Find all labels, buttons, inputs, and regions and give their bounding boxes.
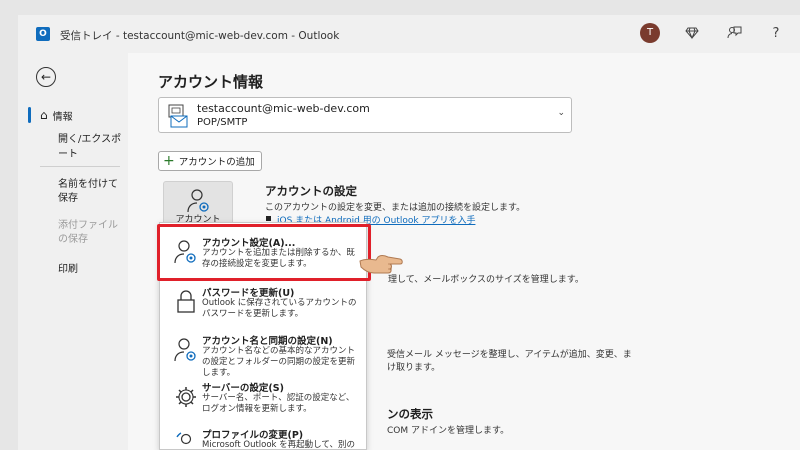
menu-item-description: Microsoft Outlook を再起動して、別の (202, 440, 356, 450)
feedback-icon[interactable] (724, 23, 744, 43)
sidebar-item-save-attachments: 添付ファイルの保存 (18, 219, 118, 251)
lock-icon (177, 290, 195, 313)
account-settings-description: このアカウントの設定を変更、または追加の接続を設定します。 (265, 203, 526, 213)
sidebar-item-print[interactable]: 印刷 (18, 253, 128, 281)
menu-item-server-settings[interactable]: サーバーの設定(S) サーバー名、ポート、認証の設定など、ログオン情報を更新しま… (160, 374, 366, 422)
account-settings-icon (187, 189, 209, 213)
profile-change-icon (176, 432, 192, 445)
sidebar-item-save-as[interactable]: 名前を付けて保存 (18, 178, 118, 210)
menu-item-title: パスワードを更新(U) (202, 288, 295, 299)
chevron-down-icon: ⌄ (557, 108, 565, 118)
sidebar-item-label: 添付ファイルの保存 (58, 220, 118, 245)
home-icon: ⌂ (40, 108, 48, 122)
mailbox-cleanup-text: 理して、メールボックスのサイズを管理します。 (388, 275, 584, 285)
rules-alerts-text: 受信メール メッセージを整理し、アイテムが追加、変更、ま (387, 350, 632, 360)
menu-item-description: Outlook に保存されているアカウントのパスワードを更新します。 (202, 298, 357, 319)
menu-item-update-password[interactable]: パスワードを更新(U) Outlook に保存されているアカウントのパスワードを… (160, 279, 366, 327)
addins-description: COM アドインを管理します。 (387, 426, 510, 436)
rules-alerts-text-2: け取ります。 (387, 363, 441, 373)
title-bar: O 受信トレイ - testaccount@mic-web-dev.com - … (18, 15, 800, 53)
page-title: アカウント情報 (158, 73, 264, 91)
bullet-icon (266, 216, 271, 221)
pointing-hand-icon (359, 255, 403, 274)
add-account-label: アカウントの追加 (178, 157, 255, 168)
sidebar-item-info[interactable]: ⌂ 情報 (18, 101, 128, 129)
add-account-button[interactable]: + アカウントの追加 (158, 151, 262, 171)
sidebar-item-label: 名前を付けて保存 (58, 179, 118, 204)
sidebar-divider (40, 166, 120, 167)
menu-item-title: プロファイルの変更(P) (202, 430, 304, 441)
addins-title: ンの表示 (387, 407, 433, 421)
menu-item-title: アカウント名と同期の設定(N) (202, 336, 333, 347)
menu-item-description: サーバー名、ポート、認証の設定など、ログオン情報を更新します。 (202, 393, 355, 414)
sidebar-item-label: 開く/エクスポート (58, 134, 122, 160)
gear-icon (176, 387, 196, 407)
menu-item-title: サーバーの設定(S) (202, 383, 284, 394)
outlook-logo-icon: O (36, 27, 50, 41)
account-type: POP/SMTP (197, 117, 248, 128)
sidebar-item-label: 情報 (52, 111, 73, 123)
sidebar-item-label: 印刷 (58, 263, 78, 275)
highlight-box (157, 224, 371, 281)
menu-item-account-sync[interactable]: アカウント名と同期の設定(N) アカウント名などの基本的なアカウントの設定とフォ… (160, 327, 366, 378)
outlook-window: O 受信トレイ - testaccount@mic-web-dev.com - … (18, 15, 800, 450)
back-arrow-icon[interactable]: ← (36, 67, 56, 87)
account-email: testaccount@mic-web-dev.com (197, 102, 370, 115)
diamond-icon[interactable] (682, 23, 702, 43)
window-title: 受信トレイ - testaccount@mic-web-dev.com - Ou… (60, 30, 340, 42)
avatar[interactable]: T (640, 23, 660, 43)
account-selector[interactable]: testaccount@mic-web-dev.com POP/SMTP ⌄ (158, 97, 572, 133)
account-sync-icon (174, 338, 196, 362)
plus-icon: + (163, 153, 175, 169)
mail-account-icon (168, 104, 188, 128)
sidebar-item-open-export[interactable]: 開く/エクスポート (18, 131, 128, 160)
help-icon[interactable]: ? (766, 23, 786, 43)
account-settings-title: アカウントの設定 (265, 184, 357, 198)
backstage-sidebar: ← ⌂ 情報 開く/エクスポート 名前を付けて保存 添付ファイルの保存 印刷 (18, 53, 128, 450)
menu-item-change-profile[interactable]: プロファイルの変更(P) Microsoft Outlook を再起動して、別の (160, 421, 366, 450)
